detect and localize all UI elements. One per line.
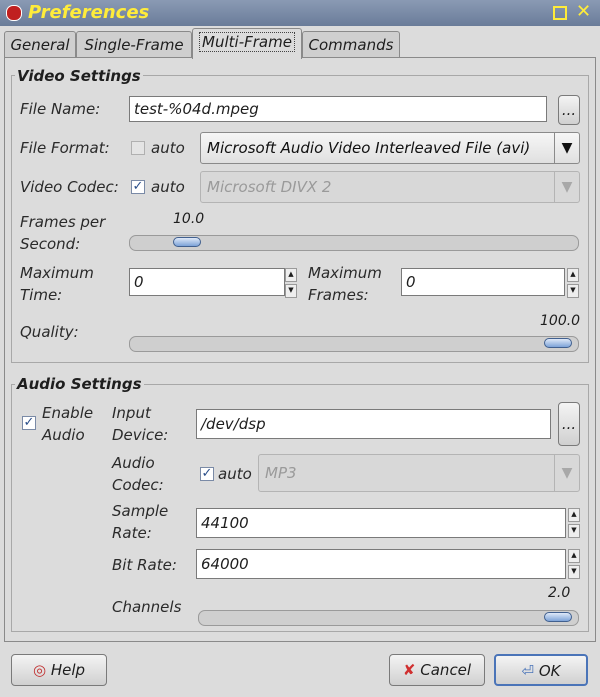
tab-single-frame[interactable]: Single-Frame xyxy=(76,31,192,58)
input-device-browse-button[interactable]: ... xyxy=(558,402,580,446)
chevron-down-icon[interactable]: ▼ xyxy=(567,284,579,298)
video-codec-selected: Microsoft DIVX 2 xyxy=(207,178,332,196)
sample-rate-stepper[interactable]: ▲ ▼ xyxy=(568,508,580,538)
channels-label: Channels xyxy=(112,598,182,616)
cancel-button[interactable]: ✘ Cancel xyxy=(389,654,485,686)
maximize-icon[interactable] xyxy=(553,6,567,20)
title-bar[interactable]: Preferences ✕ xyxy=(0,0,600,26)
fps-label-line1: Frames per xyxy=(20,213,106,231)
file-name-input[interactable]: test-%04d.mpeg xyxy=(129,96,547,122)
max-time-label-line1: Maximum xyxy=(20,264,94,282)
help-button[interactable]: ◎ Help xyxy=(11,654,107,686)
chevron-up-icon[interactable]: ▲ xyxy=(568,549,580,563)
file-format-select[interactable]: Microsoft Audio Video Interleaved File (… xyxy=(200,132,580,164)
bit-rate-label: Bit Rate: xyxy=(112,556,177,574)
tab-general[interactable]: General xyxy=(4,31,76,58)
video-codec-select[interactable]: Microsoft DIVX 2 ▼ xyxy=(200,171,580,203)
chevron-down-icon[interactable]: ▼ xyxy=(285,284,297,298)
chevron-up-icon[interactable]: ▲ xyxy=(285,268,297,282)
sample-rate-label-line2: Rate: xyxy=(112,524,152,542)
fps-slider[interactable] xyxy=(129,235,579,251)
cancel-x-icon: ✘ xyxy=(402,661,416,679)
tab-multi-frame[interactable]: Multi-Frame xyxy=(192,28,302,59)
audio-codec-auto-checkbox[interactable]: ✓ xyxy=(200,467,214,481)
chevron-down-icon[interactable]: ▼ xyxy=(568,524,580,538)
video-codec-auto-label: auto xyxy=(151,178,185,196)
input-device-label-line1: Input xyxy=(112,404,151,422)
quality-value: 100.0 xyxy=(540,313,581,329)
channels-value: 2.0 xyxy=(548,585,571,601)
sample-rate-input[interactable]: 44100 xyxy=(196,508,566,538)
file-name-browse-button[interactable]: ... xyxy=(558,95,580,125)
chevron-up-icon[interactable]: ▲ xyxy=(568,508,580,522)
fps-slider-handle[interactable] xyxy=(173,237,201,247)
input-device-input[interactable]: /dev/dsp xyxy=(196,409,551,439)
input-device-label-line2: Device: xyxy=(112,426,169,444)
max-time-input[interactable]: 0 xyxy=(129,268,285,296)
audio-codec-auto-label: auto xyxy=(218,465,252,483)
channels-slider[interactable] xyxy=(198,610,579,626)
file-name-label: File Name: xyxy=(20,100,101,118)
video-codec-auto-checkbox[interactable]: ✓ xyxy=(131,180,145,194)
max-frames-label-line1: Maximum xyxy=(308,264,382,282)
fps-label-line2: Second: xyxy=(20,235,81,253)
quality-slider-handle[interactable] xyxy=(544,338,572,348)
max-frames-label-line2: Frames: xyxy=(308,286,369,304)
max-frames-input[interactable]: 0 xyxy=(401,268,565,296)
audio-codec-label-line1: Audio xyxy=(112,454,155,472)
file-format-auto-checkbox[interactable] xyxy=(131,141,145,155)
max-time-stepper[interactable]: ▲ ▼ xyxy=(285,268,297,298)
file-format-auto-label: auto xyxy=(151,139,185,157)
sample-rate-label-line1: Sample xyxy=(112,502,169,520)
tab-panel: Video Settings File Name: test-%04d.mpeg… xyxy=(4,57,596,642)
tab-commands[interactable]: Commands xyxy=(302,31,400,58)
enable-audio-checkbox[interactable]: ✓ xyxy=(22,416,36,430)
chevron-down-icon[interactable]: ▼ xyxy=(568,565,580,579)
enter-arrow-icon: ⏎ xyxy=(521,662,535,680)
app-icon[interactable] xyxy=(6,5,22,21)
channels-slider-handle[interactable] xyxy=(544,612,572,622)
enable-audio-label-line1: Enable xyxy=(42,404,94,422)
preferences-window: Preferences ✕ General Single-Frame Multi… xyxy=(0,0,600,697)
audio-codec-selected: MP3 xyxy=(265,464,297,482)
chevron-down-icon: ▼ xyxy=(554,133,579,163)
file-format-label: File Format: xyxy=(20,139,110,157)
chevron-down-icon: ▼ xyxy=(554,172,579,202)
window-title: Preferences xyxy=(28,2,150,23)
file-format-selected: Microsoft Audio Video Interleaved File (… xyxy=(207,139,531,157)
quality-label: Quality: xyxy=(20,323,79,341)
chevron-up-icon[interactable]: ▲ xyxy=(567,268,579,282)
fps-value: 10.0 xyxy=(173,211,205,227)
ok-button[interactable]: ⏎ OK xyxy=(494,654,588,686)
bit-rate-input[interactable]: 64000 xyxy=(196,549,566,579)
max-frames-stepper[interactable]: ▲ ▼ xyxy=(567,268,579,298)
audio-codec-select[interactable]: MP3 ▼ xyxy=(258,454,580,492)
max-time-label-line2: Time: xyxy=(20,286,63,304)
audio-codec-label-line2: Codec: xyxy=(112,476,164,494)
quality-slider[interactable] xyxy=(129,336,579,352)
bit-rate-stepper[interactable]: ▲ ▼ xyxy=(568,549,580,579)
enable-audio-label-line2: Audio xyxy=(42,426,85,444)
chevron-down-icon: ▼ xyxy=(554,455,579,491)
video-settings-title: Video Settings xyxy=(15,67,143,85)
lifebuoy-icon: ◎ xyxy=(32,661,47,679)
audio-settings-title: Audio Settings xyxy=(15,375,144,393)
video-codec-label: Video Codec: xyxy=(20,178,119,196)
close-icon[interactable]: ✕ xyxy=(576,1,591,22)
